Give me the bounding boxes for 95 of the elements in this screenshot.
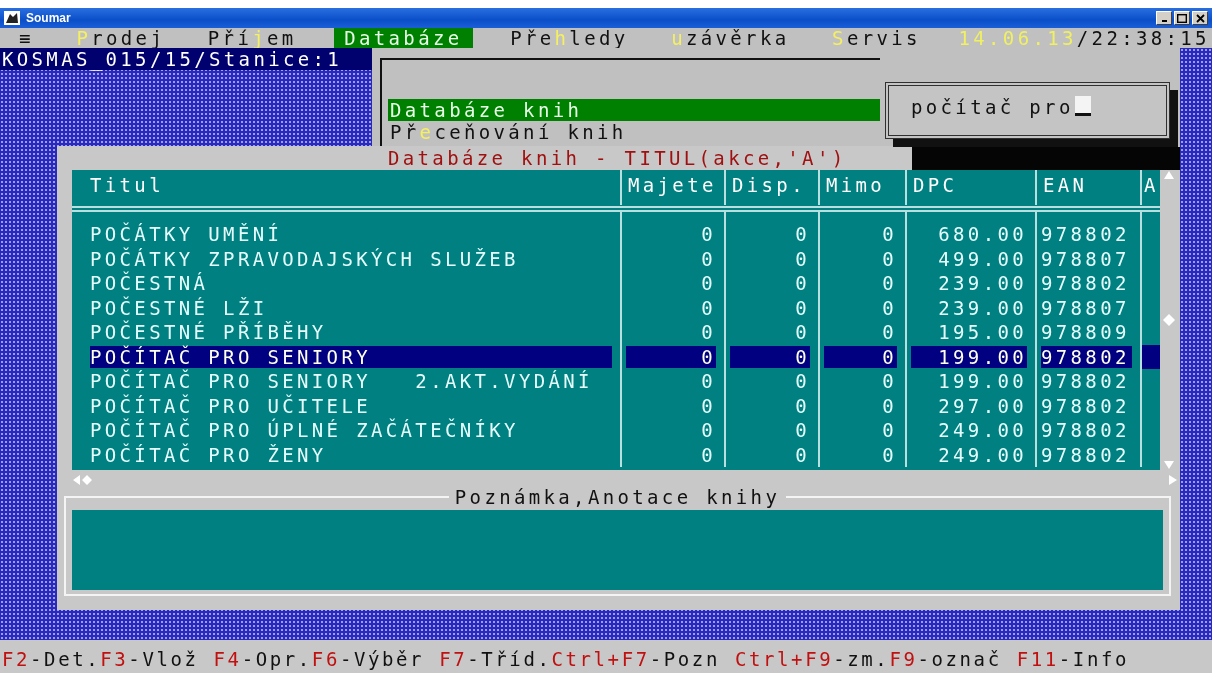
app-icon: [4, 11, 20, 25]
maximize-icon: [1177, 13, 1187, 23]
table-cell: 978809: [1035, 320, 1140, 345]
column-header: Disp.: [724, 170, 818, 205]
scroll-down-icon: [1163, 460, 1175, 470]
table-cell: 0: [818, 295, 905, 320]
table-cell: 0: [620, 222, 724, 247]
menu-item[interactable]: P rodej: [71, 28, 171, 48]
table-cell: 680.00: [905, 222, 1035, 247]
submenu-item[interactable]: Př e ceňování knih: [388, 121, 880, 143]
text-cursor: [1074, 96, 1091, 116]
scroll-left-icon: [72, 474, 94, 486]
table-cell: 0: [818, 246, 905, 271]
table-cell-text: POČÍTAČ PRO SENIORY 2.AKT.VYDÁNÍ: [89, 369, 594, 394]
table-cell: 0: [818, 320, 905, 345]
table-cell: 195.00: [905, 320, 1035, 345]
shortcut-hint[interactable]: F6-Výběr: [311, 648, 425, 670]
menu-item[interactable]: u závěrka: [666, 28, 795, 48]
table-cell: 0: [818, 271, 905, 296]
shortcut-hint[interactable]: F9-označ: [889, 648, 1002, 670]
scroll-right-icon: [1168, 474, 1178, 486]
menu-item[interactable]: Databáze: [334, 28, 473, 48]
clock-date: 14.06.13: [958, 27, 1077, 49]
table-cell: 0: [620, 369, 724, 394]
table-cell: 249.00: [905, 442, 1035, 467]
table-cell: 0: [724, 418, 818, 443]
table-cell: 0: [620, 320, 724, 345]
close-button[interactable]: [1192, 11, 1208, 25]
minimize-button[interactable]: [1156, 11, 1172, 25]
table-cell: 978802: [1035, 393, 1140, 418]
table-cell: 0: [818, 393, 905, 418]
shortcut-hint[interactable]: F11-Info: [1016, 648, 1130, 670]
menu-item[interactable]: ≡: [14, 28, 39, 48]
dialog-title: Databáze knih - TITUL(akce,'A'): [387, 146, 847, 170]
shortcut-hint[interactable]: F3-Vlož: [100, 648, 199, 670]
table-cell: 249.00: [905, 418, 1035, 443]
table-cell: 978802: [1035, 442, 1140, 467]
shortcut-hint[interactable]: F7-Tříd.: [439, 648, 552, 670]
table-cell: 978802: [1035, 271, 1140, 296]
table-cell: 978802: [1035, 222, 1140, 247]
table-cell: 0: [818, 418, 905, 443]
table-cell-text: POČESTNÁ: [89, 271, 210, 296]
table-cell: 0: [620, 442, 724, 467]
shortcut-hint[interactable]: Ctrl+F9-zm.: [734, 648, 890, 670]
shortcut-hint[interactable]: Ctrl+F7-Pozn: [551, 648, 720, 670]
table-cell: 0: [724, 320, 818, 345]
table-cell: 0: [620, 246, 724, 271]
station-label: KOSMAS_015/15/Stanice:1: [0, 48, 372, 70]
table-cell-text: POČÁTKY UMĚNÍ: [89, 222, 284, 247]
column-header: Titul: [89, 173, 165, 198]
table-cell-text: POČÍTAČ PRO UČITELE: [89, 393, 372, 418]
table-cell: 0: [620, 271, 724, 296]
table-cell: 0: [620, 393, 724, 418]
table-cell: 978807: [1035, 295, 1140, 320]
window-title: Soumar: [26, 11, 72, 25]
table-cell: 0: [818, 369, 905, 394]
menu-item[interactable]: S ervis: [827, 28, 926, 48]
table-cell: 0: [818, 442, 905, 467]
table-cell-text: POČESTNÉ PŘÍBĚHY: [89, 320, 328, 345]
minimize-icon: [1161, 20, 1167, 22]
table-cell: 0: [818, 222, 905, 247]
table-cell-text: POČÍTAČ PRO ŽENY: [89, 442, 328, 467]
table-cell: 0: [724, 222, 818, 247]
table-cell-text: POČESTNÉ LŽI: [89, 295, 269, 320]
vertical-scrollbar[interactable]: [1160, 170, 1178, 470]
table-cell: 239.00: [905, 271, 1035, 296]
maximize-button[interactable]: [1174, 11, 1190, 25]
close-icon: [1195, 13, 1205, 23]
column-header: Mimo: [818, 170, 905, 205]
table-cell: 978807: [1035, 246, 1140, 271]
shortcut-hint[interactable]: F2-Det.: [2, 648, 101, 670]
table-cell: 239.00: [905, 295, 1035, 320]
shortcut-hint[interactable]: F4-Opr.: [213, 648, 312, 670]
table-cell: 0: [724, 271, 818, 296]
table-cell: 0: [724, 393, 818, 418]
table-cell: 0: [724, 295, 818, 320]
notes-field[interactable]: [72, 510, 1163, 590]
table-cell: 199.00: [905, 369, 1035, 394]
table-cell-text: POČÁTKY ZPRAVODAJSKÝCH SLUŽEB: [89, 246, 520, 271]
table-cell: 0: [620, 295, 724, 320]
scroll-thumb-icon: [1163, 314, 1175, 326]
table-cell: 0: [724, 246, 818, 271]
table-cell: 978802: [1035, 369, 1140, 394]
notes-title: Poznámka,Anotace knihy: [448, 486, 787, 508]
table-cell: 978802: [1035, 418, 1140, 443]
table-cell: 499.00: [905, 246, 1035, 271]
table-cell: 297.00: [905, 393, 1035, 418]
table-cell: 0: [620, 418, 724, 443]
table-cell: 0: [724, 369, 818, 394]
table-cell-text: POČÍTAČ PRO ÚPLNÉ ZAČÁTEČNÍKY: [89, 418, 520, 443]
submenu-item[interactable]: Databáze knih: [388, 99, 880, 121]
clock-time: /22:38:15: [1076, 27, 1210, 49]
column-header: Majete: [620, 170, 724, 205]
menu-item[interactable]: Pře h ledy: [505, 28, 634, 48]
table-cell: 0: [724, 442, 818, 467]
